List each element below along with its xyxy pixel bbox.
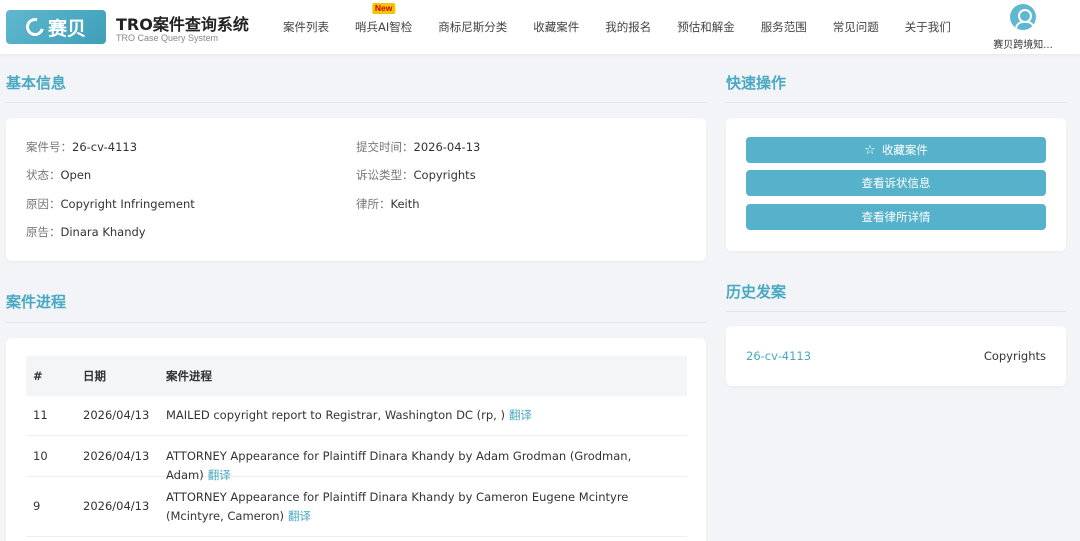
brand-subtitle: TRO Case Query System [116, 33, 219, 43]
divider [6, 322, 706, 323]
user-name: 赛贝跨境知... [993, 40, 1053, 51]
logo-text: 赛贝 [47, 17, 86, 40]
cause-value: Copyright Infringement [60, 197, 195, 211]
new-badge: New [371, 3, 396, 14]
user-menu[interactable]: 赛贝跨境知... [988, 4, 1058, 51]
suit-type-row: 诉讼类型：Copyrights [356, 168, 476, 182]
table-row: 10 2026/04/13 ATTORNEY Appearance for Pl… [26, 436, 687, 482]
status-row: 状态：Open [26, 168, 92, 182]
quick-actions-card: ☆ 收藏案件 查看诉状信息 查看律所详情 [726, 118, 1066, 251]
star-icon: ☆ [864, 142, 876, 158]
nav-my-registrations[interactable]: 我的报名 [592, 0, 664, 54]
favorite-case-button[interactable]: ☆ 收藏案件 [746, 137, 1046, 163]
row-description: MAILED copyright report to Registrar, Wa… [166, 408, 532, 422]
history-case-link[interactable]: 26-cv-4113 [746, 349, 811, 363]
nav-faq[interactable]: 常见问题 [820, 0, 892, 54]
suit-type-value: Copyrights [413, 168, 476, 182]
logo-icon [22, 14, 48, 40]
translate-link[interactable]: 翻译 [288, 509, 311, 523]
history-card: 26-cv-4113 Copyrights [726, 326, 1066, 386]
cause-row: 原因：Copyright Infringement [26, 197, 195, 211]
submit-time-row: 提交时间：2026-04-13 [356, 140, 481, 154]
case-number-row: 案件号：26-cv-4113 [26, 140, 138, 154]
nav-settlement-estimate[interactable]: 预估和解金 [664, 0, 748, 54]
case-number-value: 26-cv-4113 [72, 140, 138, 154]
nav-nice-classification[interactable]: 商标尼斯分类 [425, 0, 520, 54]
plaintiff-row: 原告：Dinara Khandy [26, 225, 146, 239]
basic-info-title: 基本信息 [6, 74, 67, 92]
nav-case-list[interactable]: 案件列表 [270, 0, 342, 54]
view-complaint-button[interactable]: 查看诉状信息 [746, 170, 1046, 196]
nav-about-us[interactable]: 关于我们 [892, 0, 964, 54]
row-number: 9 [33, 499, 41, 513]
status-value: Open [60, 168, 92, 182]
table-header: # 日期 案件进程 [26, 356, 687, 396]
brand-logo[interactable]: 赛贝 [6, 10, 106, 44]
submit-time-value: 2026-04-13 [413, 140, 481, 154]
nav-service-scope[interactable]: 服务范围 [748, 0, 820, 54]
row-number: 10 [33, 449, 48, 463]
row-date: 2026/04/13 [83, 408, 150, 422]
law-firm-value: Keith [390, 197, 420, 211]
basic-info-card: 案件号：26-cv-4113 提交时间：2026-04-13 状态：Open 诉… [6, 118, 706, 261]
progress-title: 案件进程 [6, 293, 67, 311]
quick-actions-title: 快速操作 [726, 74, 787, 92]
top-header: 赛贝 TRO案件查询系统 TRO Case Query System 案件列表 … [0, 0, 1080, 54]
nav-sentinel-ai[interactable]: New 哨兵AI智检 [342, 0, 425, 54]
brand-title: TRO案件查询系统 [116, 15, 249, 34]
user-avatar-icon[interactable] [1010, 4, 1036, 30]
progress-card: # 日期 案件进程 11 2026/04/13 MAILED copyright… [6, 338, 706, 541]
nav-favorite-cases[interactable]: 收藏案件 [520, 0, 592, 54]
divider [726, 102, 1066, 103]
row-number: 11 [33, 408, 48, 422]
row-description: ATTORNEY Appearance for Plaintiff Dinara… [166, 490, 629, 523]
row-date: 2026/04/13 [83, 499, 150, 513]
law-firm-row: 律所：Keith [356, 197, 420, 211]
history-case-type: Copyrights [983, 349, 1046, 363]
column-header-date: 日期 [83, 369, 106, 383]
history-title: 历史发案 [726, 283, 787, 301]
row-date: 2026/04/13 [83, 449, 150, 463]
column-header-progress: 案件进程 [166, 369, 212, 383]
table-row: 9 2026/04/13 ATTORNEY Appearance for Pla… [26, 477, 687, 537]
divider [726, 311, 1066, 312]
main-nav: 案件列表 New 哨兵AI智检 商标尼斯分类 收藏案件 我的报名 预估和解金 服… [270, 0, 964, 54]
table-row: 11 2026/04/13 MAILED copyright report to… [26, 396, 687, 436]
translate-link[interactable]: 翻译 [509, 408, 532, 422]
view-law-firm-button[interactable]: 查看律所详情 [746, 204, 1046, 230]
plaintiff-value: Dinara Khandy [60, 225, 146, 239]
column-header-num: # [33, 369, 43, 383]
divider [6, 102, 706, 103]
